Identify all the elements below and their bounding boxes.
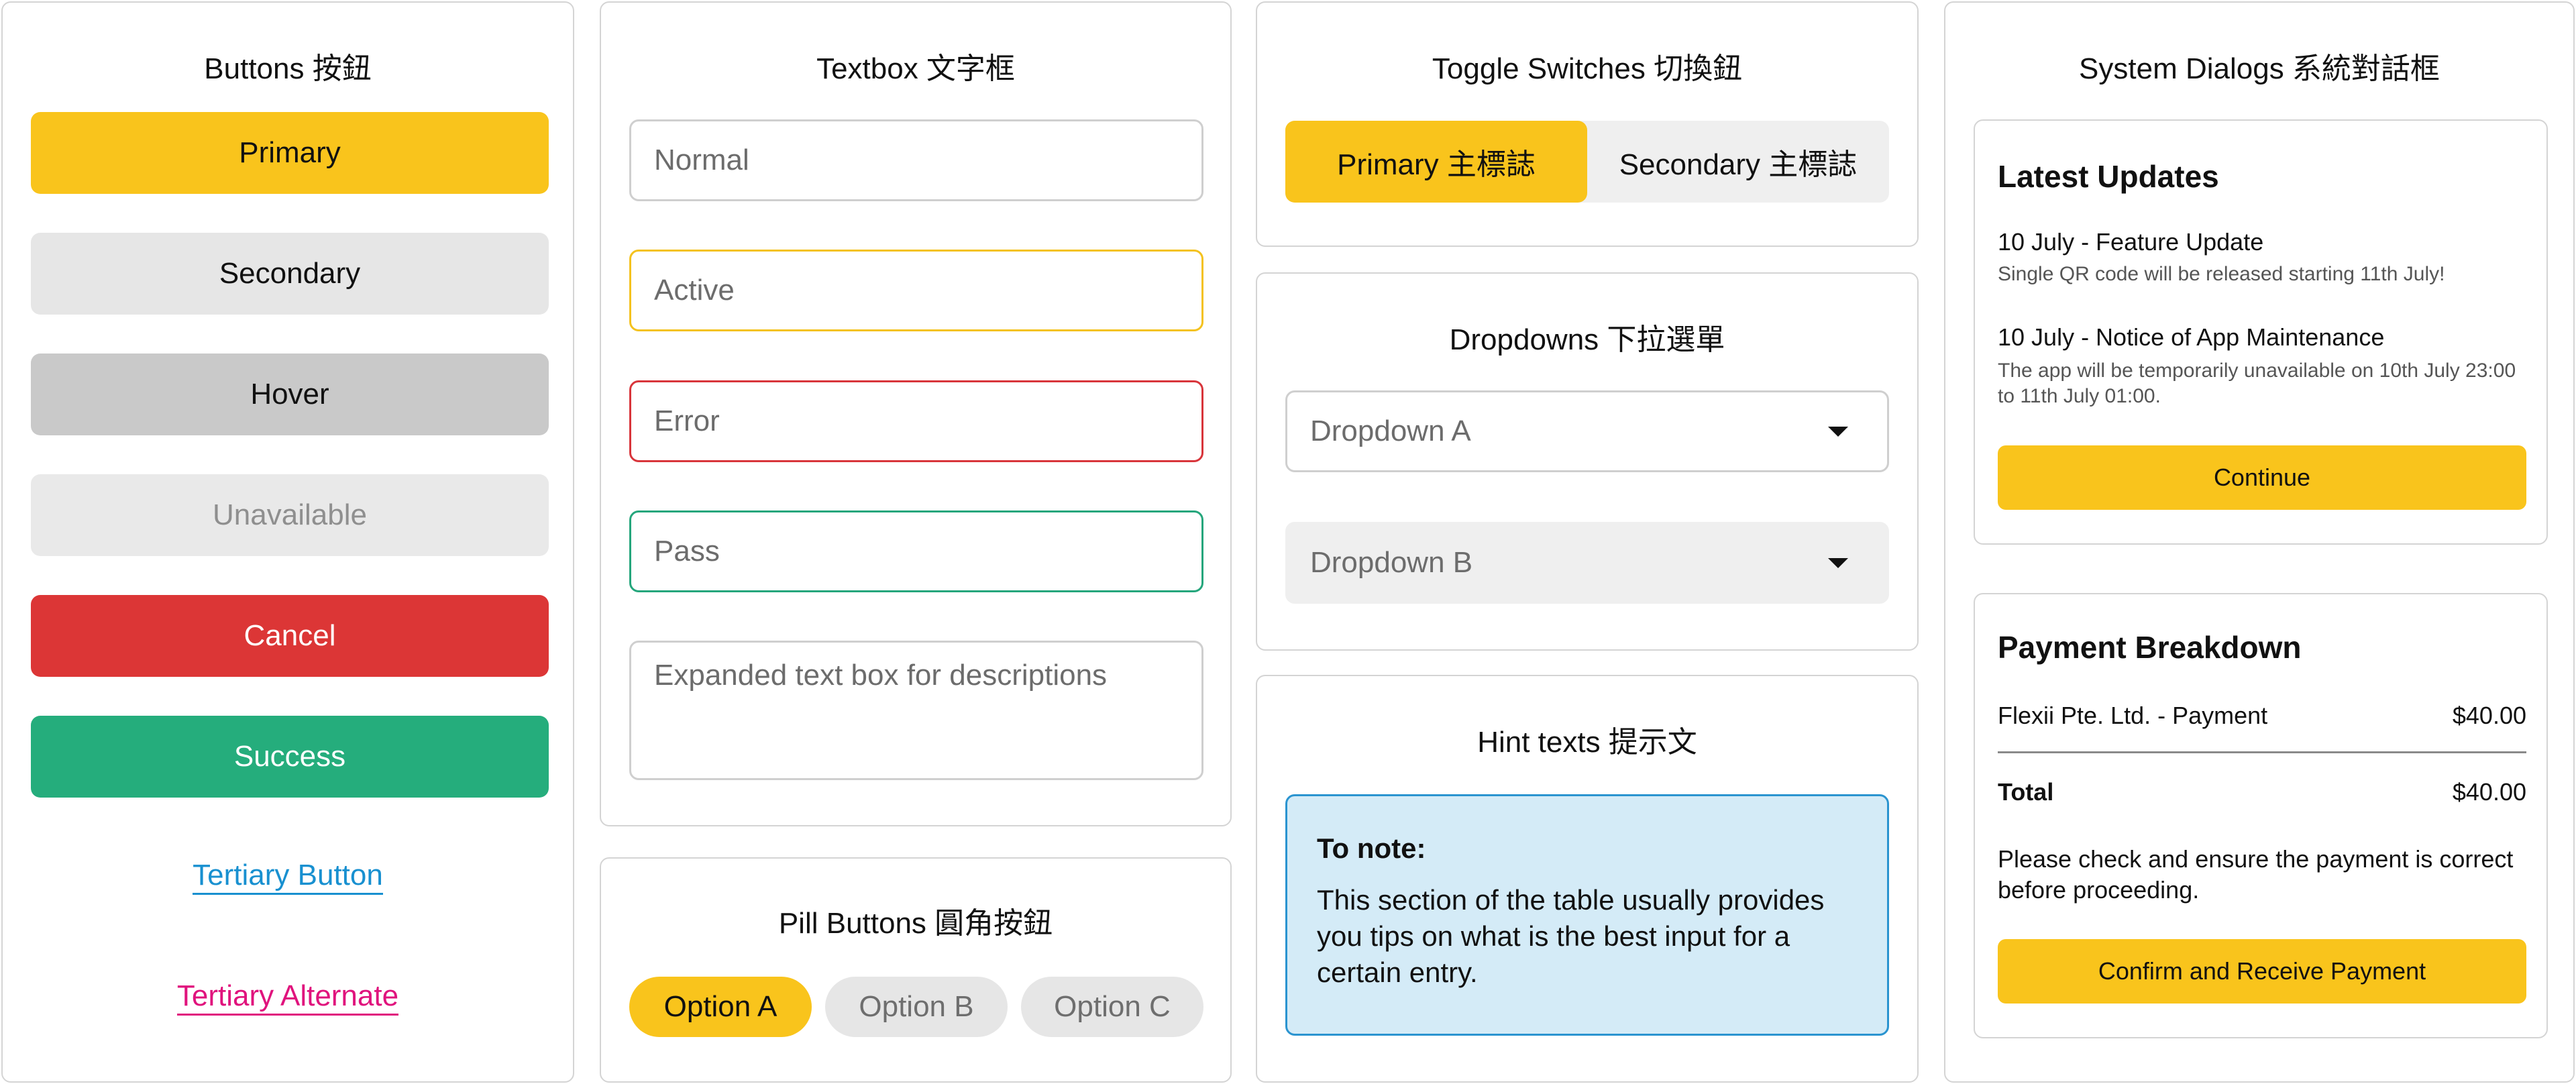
dropdown-b[interactable]: Dropdown B: [1285, 522, 1889, 604]
latest-updates-title: Latest Updates: [1998, 159, 2219, 194]
tertiary-button-label: Tertiary Button: [193, 859, 383, 895]
confirm-and-receive-payment-button[interactable]: Confirm and Receive Payment: [1998, 939, 2526, 1004]
buttons-panel-title: Buttons 按鈕: [204, 52, 372, 85]
textbox-panel: Textbox 文字框 Normal Active Error Pass Exp…: [600, 1, 1232, 826]
toggle-primary[interactable]: Primary 主標誌: [1285, 121, 1587, 203]
buttons-panel: Buttons 按鈕 Primary Secondary Hover Unava…: [1, 1, 574, 1083]
dropdowns-panel-title: Dropdowns 下拉選單: [1449, 323, 1725, 356]
payment-line-label: Flexii Pte. Ltd. - Payment: [1998, 702, 2268, 729]
pill-buttons-panel-title: Pill Buttons 圓角按鈕: [778, 907, 1053, 940]
update-heading: 10 July - Feature Update: [1998, 228, 2264, 256]
cancel-button[interactable]: Cancel: [31, 595, 549, 677]
pill-option-c[interactable]: Option C: [1021, 977, 1203, 1037]
textbox-panel-title: Textbox 文字框: [816, 52, 1015, 85]
chevron-down-icon: [1828, 426, 1848, 437]
primary-button[interactable]: Primary: [31, 112, 549, 194]
error-textbox[interactable]: Error: [629, 380, 1203, 462]
payment-total-amount: $40.00: [2452, 778, 2526, 806]
system-dialogs-panel: System Dialogs 系統對話框 Latest Updates 10 J…: [1944, 1, 2575, 1083]
pass-textbox[interactable]: Pass: [629, 510, 1203, 592]
hint-title: To note:: [1317, 832, 1426, 864]
description-textarea[interactable]: Expanded text box for descriptions: [629, 641, 1203, 780]
active-textbox[interactable]: Active: [629, 250, 1203, 331]
system-dialogs-panel-title: System Dialogs 系統對話框: [2079, 52, 2440, 85]
dropdown-b-label: Dropdown B: [1310, 546, 1473, 579]
toggle-switch: Primary 主標誌 Secondary 主標誌: [1285, 121, 1889, 203]
update-heading: 10 July - Notice of App Maintenance: [1998, 323, 2385, 351]
tertiary-button-link[interactable]: Tertiary Button: [3, 859, 573, 895]
hint-body: This section of the table usually provid…: [1317, 884, 1825, 988]
payment-breakdown-title: Payment Breakdown: [1998, 630, 2302, 665]
hint-box: To note: This section of the table usual…: [1285, 794, 1889, 1036]
payment-line-amount: $40.00: [2452, 702, 2526, 729]
update-body: Single QR code will be released starting…: [1998, 263, 2445, 285]
toggle-switches-panel: Toggle Switches 切換鈕 Primary 主標誌 Secondar…: [1256, 1, 1919, 247]
pill-buttons-panel: Pill Buttons 圓角按鈕 Option A Option B Opti…: [600, 857, 1232, 1083]
tertiary-alternate-link[interactable]: Tertiary Alternate: [3, 979, 573, 1016]
tertiary-alternate-label: Tertiary Alternate: [176, 979, 399, 1016]
payment-note: Please check and ensure the payment is c…: [1998, 845, 2514, 904]
payment-total-label: Total: [1998, 778, 2054, 806]
divider: [1998, 751, 2526, 753]
pill-option-b[interactable]: Option B: [825, 977, 1008, 1037]
payment-total-row: Total $40.00: [1998, 778, 2526, 806]
dropdowns-panel: Dropdowns 下拉選單 Dropdown A Dropdown B: [1256, 272, 1919, 651]
payment-line-row: Flexii Pte. Ltd. - Payment $40.00: [1998, 702, 2526, 730]
success-button[interactable]: Success: [31, 716, 549, 798]
latest-updates-dialog: Latest Updates 10 July - Feature Update …: [1974, 119, 2548, 545]
hover-button[interactable]: Hover: [31, 354, 549, 435]
hint-texts-panel-title: Hint texts 提示文: [1477, 726, 1697, 759]
continue-button[interactable]: Continue: [1998, 445, 2526, 510]
hint-texts-panel: Hint texts 提示文 To note: This section of …: [1256, 675, 1919, 1083]
toggle-switches-panel-title: Toggle Switches 切換鈕: [1432, 52, 1743, 85]
toggle-secondary[interactable]: Secondary 主標誌: [1587, 121, 1889, 203]
normal-textbox[interactable]: Normal: [629, 119, 1203, 201]
chevron-down-icon: [1828, 557, 1848, 568]
secondary-button[interactable]: Secondary: [31, 233, 549, 315]
unavailable-button: Unavailable: [31, 474, 549, 556]
pill-option-a[interactable]: Option A: [629, 977, 812, 1037]
dropdown-a-label: Dropdown A: [1310, 415, 1471, 447]
update-body: The app will be temporarily unavailable …: [1998, 360, 2516, 407]
dropdown-a[interactable]: Dropdown A: [1285, 390, 1889, 472]
payment-breakdown-dialog: Payment Breakdown Flexii Pte. Ltd. - Pay…: [1974, 593, 2548, 1038]
